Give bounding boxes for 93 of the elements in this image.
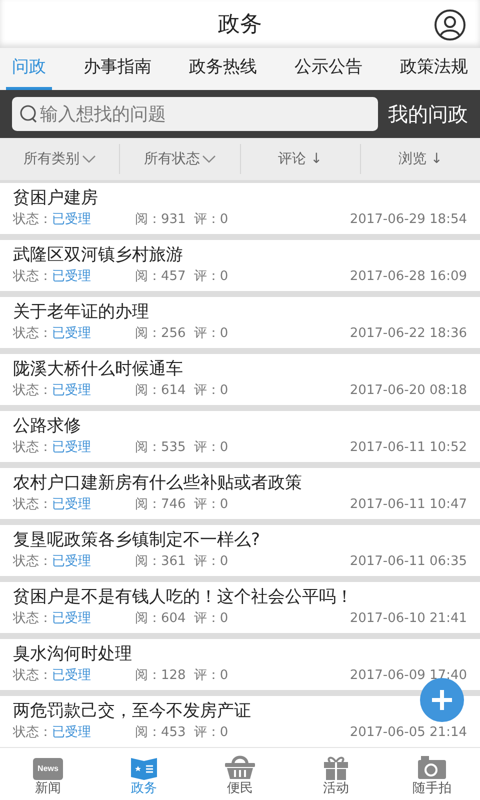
user-icon[interactable] xyxy=(434,9,466,41)
filter-button[interactable]: 所有状态 xyxy=(144,148,216,170)
question-time: 2017-06-20 08:18 xyxy=(350,382,467,400)
gift-icon xyxy=(322,754,350,780)
comment-count: 评：0 xyxy=(194,496,228,514)
question-title: 陇溪大桥什么时候通车 xyxy=(13,358,183,381)
question-row[interactable]: 关于老年证的办理 状态：已受理 阅：256 评：0 2017-06-22 18:36 xyxy=(0,297,480,348)
comment-count: 评：0 xyxy=(194,667,228,685)
question-title: 两危罚款己交，至今不发房产证 xyxy=(13,700,251,723)
view-count: 阅：256 xyxy=(135,325,186,343)
comment-count: 评：0 xyxy=(194,325,228,343)
question-title: 武隆区双河镇乡村旅游 xyxy=(13,244,183,267)
status-text: 已受理 xyxy=(52,724,91,742)
tab[interactable]: 办事指南 xyxy=(78,48,158,90)
camera-icon xyxy=(417,754,447,780)
view-count: 阅：614 xyxy=(135,382,186,400)
question-row[interactable]: 公路求修 状态：已受理 阅：535 评：0 2017-06-11 10:52 xyxy=(0,411,480,462)
filter-button[interactable]: 评论 ↓ xyxy=(278,148,322,170)
question-row[interactable]: 复垦呢政策各乡镇制定不一样么? 状态：已受理 阅：361 评：0 2017-06-11 06:35 xyxy=(0,525,480,576)
question-row[interactable]: 贫困户是不是有钱人吃的！这个社会公平吗！ 状态：已受理 阅：604 评：0 2017-06-10 21:41 xyxy=(0,582,480,633)
status-text: 已受理 xyxy=(52,382,91,400)
nav-tab[interactable]: News 新闻 xyxy=(0,748,96,800)
filter-button[interactable]: 所有类别 xyxy=(24,148,96,170)
nav-tab[interactable]: 便民 xyxy=(192,748,288,800)
comment-count: 评：0 xyxy=(194,211,228,229)
view-count: 阅：361 xyxy=(135,553,186,571)
view-count: 阅：453 xyxy=(135,724,186,742)
question-time: 2017-06-10 21:41 xyxy=(350,610,467,628)
my-questions-button[interactable]: 我的问政 xyxy=(384,99,472,129)
basket-icon xyxy=(224,754,256,780)
plus-icon xyxy=(430,688,454,712)
question-row[interactable]: 两危罚款己交，至今不发房产证 状态：已受理 阅：453 评：0 2017-06-05 21:14 xyxy=(0,696,480,747)
chevron-down-icon xyxy=(202,154,216,164)
question-row[interactable]: 贫困户建房 状态：已受理 阅：931 评：0 2017-06-29 18:54 xyxy=(0,183,480,234)
status-text: 已受理 xyxy=(52,268,91,286)
status-label: 状态： xyxy=(13,610,52,628)
status-text: 已受理 xyxy=(52,211,91,229)
comment-count: 评：0 xyxy=(194,382,228,400)
status-text: 已受理 xyxy=(52,325,91,343)
nav-tab[interactable]: 随手拍 xyxy=(384,748,480,800)
status-label: 状态： xyxy=(13,382,52,400)
search-field[interactable]: 输入想找的问题 xyxy=(12,97,378,131)
status-label: 状态： xyxy=(13,667,52,685)
question-row[interactable]: 农村户口建新房有什么些补贴或者政策 状态：已受理 阅：746 评：0 2017-06-11 10:47 xyxy=(0,468,480,519)
comment-count: 评：0 xyxy=(194,553,228,571)
question-title: 农村户口建新房有什么些补贴或者政策 xyxy=(13,472,302,495)
view-count: 阅：746 xyxy=(135,496,186,514)
status-label: 状态： xyxy=(13,211,52,229)
status-text: 已受理 xyxy=(52,610,91,628)
view-count: 阅：604 xyxy=(135,610,186,628)
chevron-down-icon xyxy=(82,154,96,164)
comment-count: 评：0 xyxy=(194,610,228,628)
comment-count: 评：0 xyxy=(194,268,228,286)
question-row[interactable]: 陇溪大桥什么时候通车 状态：已受理 阅：614 评：0 2017-06-20 08:18 xyxy=(0,354,480,405)
view-count: 阅：128 xyxy=(135,667,186,685)
status-label: 状态： xyxy=(13,439,52,457)
status-label: 状态： xyxy=(13,268,52,286)
question-row[interactable]: 武隆区双河镇乡村旅游 状态：已受理 阅：457 评：0 2017-06-28 16:09 xyxy=(0,240,480,291)
question-title: 臭水沟何时处理 xyxy=(13,643,132,666)
filter-button[interactable]: 浏览 ↓ xyxy=(398,148,442,170)
status-text: 已受理 xyxy=(52,496,91,514)
question-title: 贫困户建房 xyxy=(13,187,98,210)
page-title: 政务 xyxy=(218,10,262,38)
question-title: 复垦呢政策各乡镇制定不一样么? xyxy=(13,529,260,552)
status-label: 状态： xyxy=(13,496,52,514)
comment-count: 评：0 xyxy=(194,439,228,457)
question-time: 2017-06-11 10:52 xyxy=(350,439,467,457)
question-row[interactable]: 臭水沟何时处理 状态：已受理 阅：128 评：0 2017-06-09 17:40 xyxy=(0,639,480,690)
status-label: 状态： xyxy=(13,553,52,571)
status-label: 状态： xyxy=(13,724,52,742)
view-count: 阅：931 xyxy=(135,211,186,229)
question-time: 2017-06-29 18:54 xyxy=(350,211,467,229)
question-title: 关于老年证的办理 xyxy=(13,301,149,324)
status-text: 已受理 xyxy=(52,667,91,685)
tab[interactable]: 政策法规 xyxy=(394,48,474,90)
question-title: 公路求修 xyxy=(13,415,81,438)
status-text: 已受理 xyxy=(52,553,91,571)
news-icon: News xyxy=(33,758,63,780)
view-count: 阅：457 xyxy=(135,268,186,286)
comment-count: 评：0 xyxy=(194,724,228,742)
nav-tab[interactable]: 活动 xyxy=(288,748,384,800)
tab[interactable]: 公示公告 xyxy=(288,48,368,90)
status-label: 状态： xyxy=(13,325,52,343)
question-time: 2017-06-28 16:09 xyxy=(350,268,467,286)
question-time: 2017-06-11 06:35 xyxy=(350,553,467,571)
status-text: 已受理 xyxy=(52,439,91,457)
view-count: 阅：535 xyxy=(135,439,186,457)
question-time: 2017-06-11 10:47 xyxy=(350,496,467,514)
question-title: 贫困户是不是有钱人吃的！这个社会公平吗！ xyxy=(13,586,353,609)
question-time: 2017-06-05 21:14 xyxy=(350,724,467,742)
question-time: 2017-06-22 18:36 xyxy=(350,325,467,343)
question-time: 2017-06-09 17:40 xyxy=(350,667,467,685)
tab[interactable]: 政务热线 xyxy=(183,48,263,90)
